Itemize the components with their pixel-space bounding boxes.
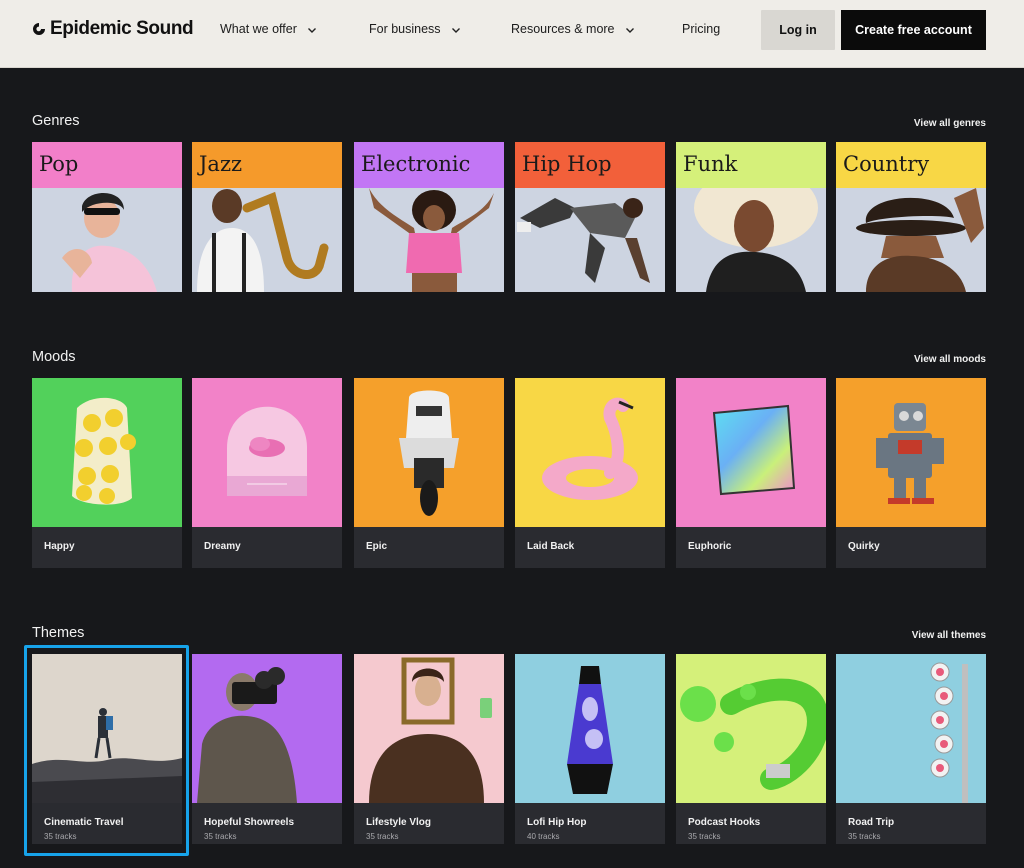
mood-label: Euphoric [688, 541, 732, 552]
theme-image [676, 654, 826, 803]
theme-label: Lifestyle Vlog [366, 817, 432, 828]
theme-image [32, 654, 182, 803]
mood-image [32, 378, 182, 527]
nav-what-we-offer[interactable]: What we offer [220, 22, 317, 36]
mood-card-epic[interactable]: Epic [354, 378, 504, 568]
theme-image [354, 654, 504, 803]
genre-image [192, 188, 342, 292]
theme-card-cinematic-travel[interactable]: Cinematic Travel 35 tracks [32, 654, 182, 844]
view-all-themes-link[interactable]: View all themes [912, 630, 986, 641]
epidemic-logo-icon [32, 22, 46, 36]
genre-image [32, 188, 182, 292]
site-header: Epidemic Sound What we offer For busines… [0, 0, 1024, 68]
genre-card-country[interactable]: Country [836, 142, 986, 292]
moods-title: Moods [32, 349, 76, 365]
genre-title: Electronic [354, 142, 504, 188]
mood-label: Epic [366, 541, 388, 552]
theme-image [515, 654, 665, 803]
genre-title: Funk [676, 142, 826, 188]
view-all-genres-link[interactable]: View all genres [914, 118, 986, 129]
chevron-down-icon [307, 24, 317, 34]
mood-label: Quirky [848, 541, 880, 552]
genre-title: Pop [32, 142, 182, 188]
mood-card-quirky[interactable]: Quirky [836, 378, 986, 568]
mood-card-happy[interactable]: Happy [32, 378, 182, 568]
theme-track-count: 40 tracks [527, 832, 560, 841]
theme-label: Hopeful Showreels [204, 817, 295, 828]
theme-card-lifestyle-vlog[interactable]: Lifestyle Vlog 35 tracks [354, 654, 504, 844]
nav-label: Resources & more [511, 22, 615, 36]
theme-card-podcast-hooks[interactable]: Podcast Hooks 35 tracks [676, 654, 826, 844]
theme-label: Cinematic Travel [44, 817, 124, 828]
genre-title: Hip Hop [515, 142, 665, 188]
genre-title: Country [836, 142, 986, 188]
genre-card-hip-hop[interactable]: Hip Hop [515, 142, 665, 292]
mood-label: Dreamy [204, 541, 241, 552]
theme-label: Road Trip [848, 817, 895, 828]
mood-image [836, 378, 986, 527]
theme-card-road-trip[interactable]: Road Trip 35 tracks [836, 654, 986, 844]
mood-card-laid-back[interactable]: Laid Back [515, 378, 665, 568]
genre-image [515, 188, 665, 292]
mood-label: Happy [44, 541, 75, 552]
nav-label: What we offer [220, 22, 297, 36]
theme-card-lofi-hip-hop[interactable]: Lofi Hip Hop 40 tracks [515, 654, 665, 844]
genre-image [354, 188, 504, 292]
nav-resources[interactable]: Resources & more [511, 22, 635, 36]
genres-title: Genres [32, 113, 80, 129]
login-button[interactable]: Log in [761, 10, 835, 50]
mood-image [192, 378, 342, 527]
nav-label: Pricing [682, 22, 721, 36]
chevron-down-icon [625, 24, 635, 34]
nav-label: For business [369, 22, 441, 36]
mood-label: Laid Back [527, 541, 575, 552]
theme-image [192, 654, 342, 803]
theme-card-hopeful-showreels[interactable]: Hopeful Showreels 35 tracks [192, 654, 342, 844]
genre-card-electronic[interactable]: Electronic [354, 142, 504, 292]
nav-for-business[interactable]: For business [369, 22, 461, 36]
theme-image [836, 654, 986, 803]
theme-label: Podcast Hooks [688, 817, 761, 828]
logo-text: Epidemic Sound [50, 18, 194, 39]
genre-card-jazz[interactable]: Jazz [192, 142, 342, 292]
theme-track-count: 35 tracks [366, 832, 399, 841]
theme-track-count: 35 tracks [44, 832, 77, 841]
create-account-button[interactable]: Create free account [841, 10, 986, 50]
view-all-moods-link[interactable]: View all moods [914, 354, 986, 365]
logo[interactable]: Epidemic Sound [32, 18, 194, 40]
genre-title: Jazz [192, 142, 342, 188]
genre-image [676, 188, 826, 292]
genre-image [836, 188, 986, 292]
theme-label: Lofi Hip Hop [527, 817, 587, 828]
mood-card-dreamy[interactable]: Dreamy [192, 378, 342, 568]
theme-track-count: 35 tracks [204, 832, 237, 841]
themes-title: Themes [32, 625, 85, 641]
theme-track-count: 35 tracks [688, 832, 721, 841]
mood-image [676, 378, 826, 527]
mood-card-euphoric[interactable]: Euphoric [676, 378, 826, 568]
nav-pricing[interactable]: Pricing [682, 22, 720, 36]
mood-image [354, 378, 504, 527]
mood-image [515, 378, 665, 527]
theme-track-count: 35 tracks [848, 832, 881, 841]
genre-card-funk[interactable]: Funk [676, 142, 826, 292]
genre-card-pop[interactable]: Pop [32, 142, 182, 292]
chevron-down-icon [451, 24, 461, 34]
